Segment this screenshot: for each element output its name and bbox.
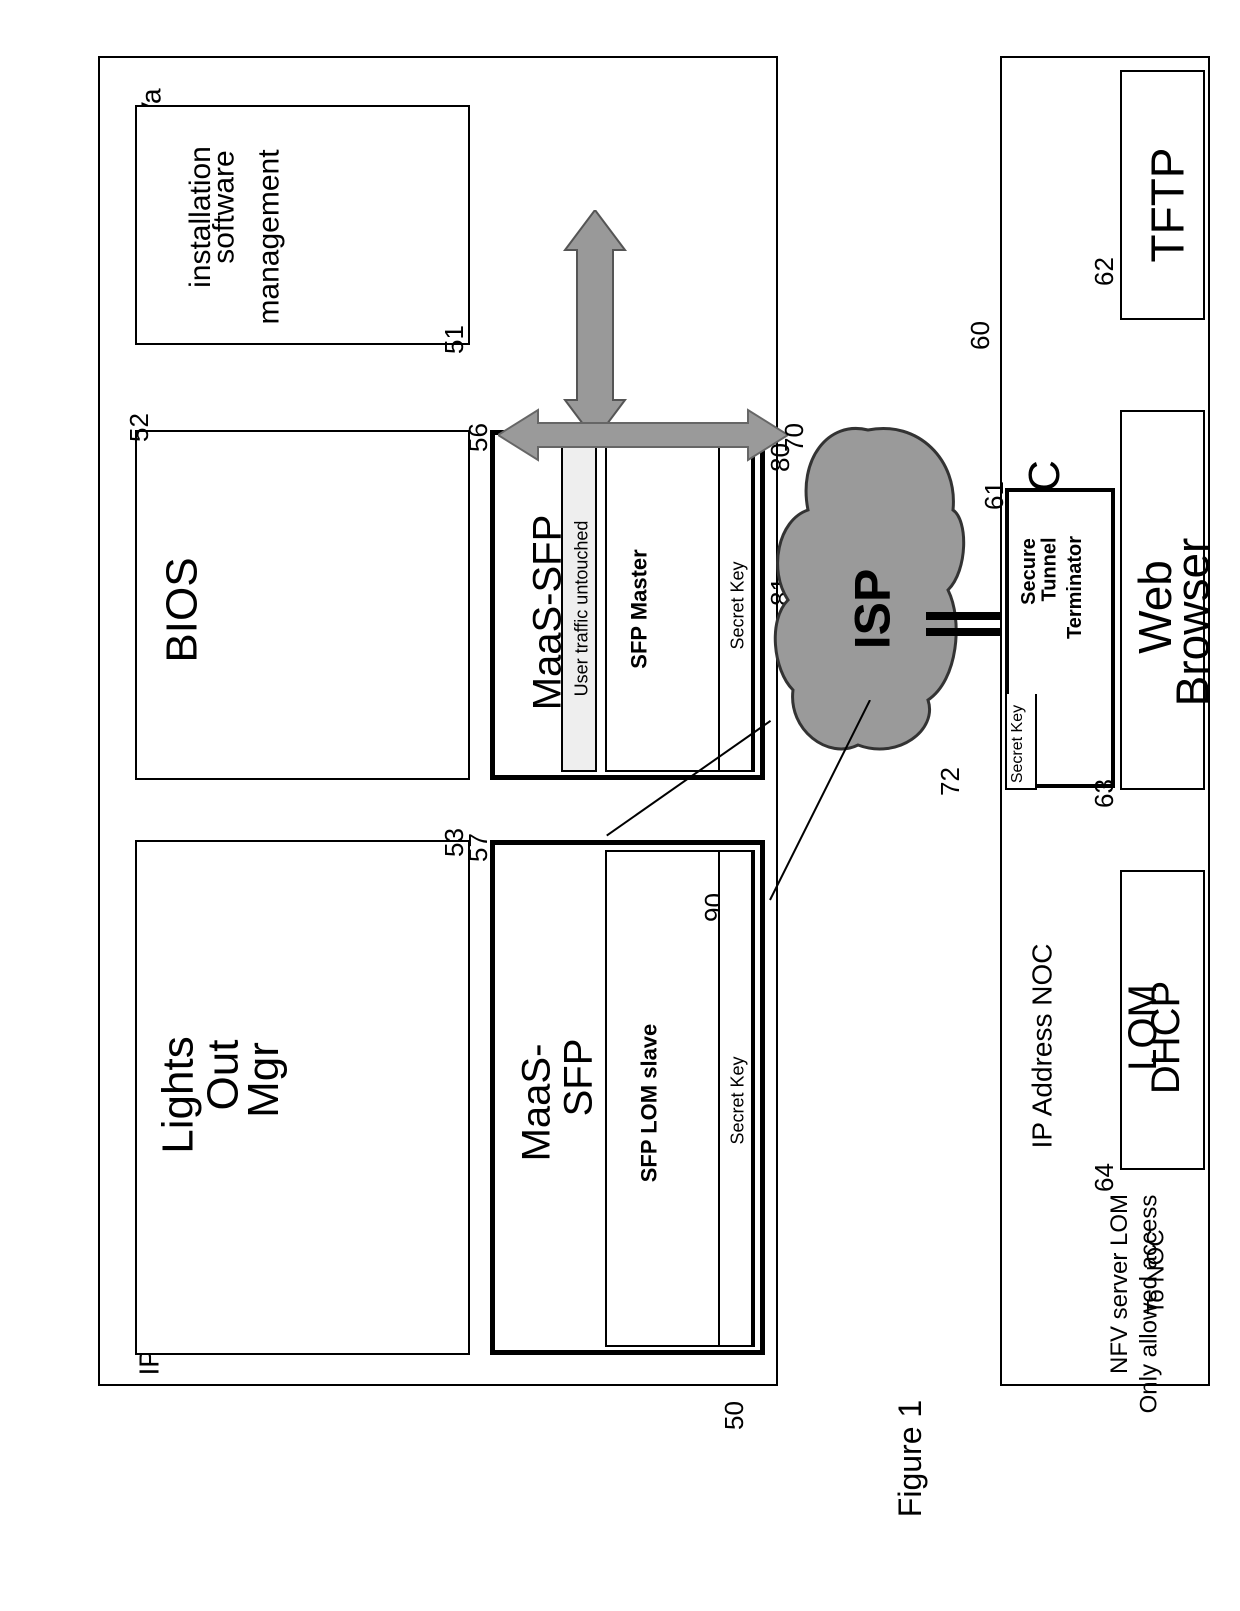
secret-key-top-label: Secret Key xyxy=(728,561,749,649)
stt-line-1: Secure xyxy=(1018,538,1041,605)
ref-51: 51 xyxy=(439,325,470,354)
ref-70: 70 xyxy=(779,423,810,452)
maas-sfp-bottom-title-2: SFP xyxy=(556,1039,601,1117)
sfp-master-label: SFP Master xyxy=(627,549,653,668)
tunnel-line-1 xyxy=(926,612,1008,620)
tunnel-line-2 xyxy=(926,628,1008,636)
install-line-3: management xyxy=(253,149,287,324)
maas-sfp-bottom-title-1: MaaS- xyxy=(514,1044,559,1162)
secret-key-bottom-label: Secret Key xyxy=(728,1056,749,1144)
ref-52: 52 xyxy=(124,413,155,442)
ip-noc-label: IP Address NOC xyxy=(1026,944,1058,1149)
ref-61: 61 xyxy=(979,481,1010,510)
ref-60: 60 xyxy=(965,321,996,350)
noc-note-3: To NOC xyxy=(1143,1229,1171,1314)
ref-50: 50 xyxy=(719,1401,750,1430)
bios-label: BIOS xyxy=(158,557,208,662)
user-traffic-arrow-icon xyxy=(498,405,788,465)
stt-line-2: Tunnel xyxy=(1039,537,1062,601)
ref-72: 72 xyxy=(935,767,966,796)
ref-57: 57 xyxy=(463,833,494,862)
user-traffic-label: User traffic untouched xyxy=(571,521,592,697)
lomdhcp-line-2: DHCP xyxy=(1144,981,1189,1094)
sfp-lom-slave-label: SFP LOM slave xyxy=(636,1024,662,1183)
isp-label: ISP xyxy=(843,569,901,650)
noc-note-1: NFV server LOM xyxy=(1106,1194,1134,1374)
stt-line-3: Terminator xyxy=(1064,536,1087,639)
tftp-label: TFTP xyxy=(1140,148,1194,263)
stt-secret-label: Secret Key xyxy=(1009,705,1027,783)
install-line-2: software xyxy=(208,150,242,263)
lom-connection-line xyxy=(760,700,900,920)
ref-62: 62 xyxy=(1089,257,1120,286)
lom-line-3: Mgr xyxy=(239,1042,289,1118)
figure-label: Figure 1 xyxy=(892,1400,929,1517)
ref-63: 63 xyxy=(1089,779,1120,808)
ref-64: 64 xyxy=(1089,1163,1120,1192)
lom-line-1: Lights xyxy=(154,1036,204,1153)
browser-line-2: Browser xyxy=(1165,538,1219,707)
